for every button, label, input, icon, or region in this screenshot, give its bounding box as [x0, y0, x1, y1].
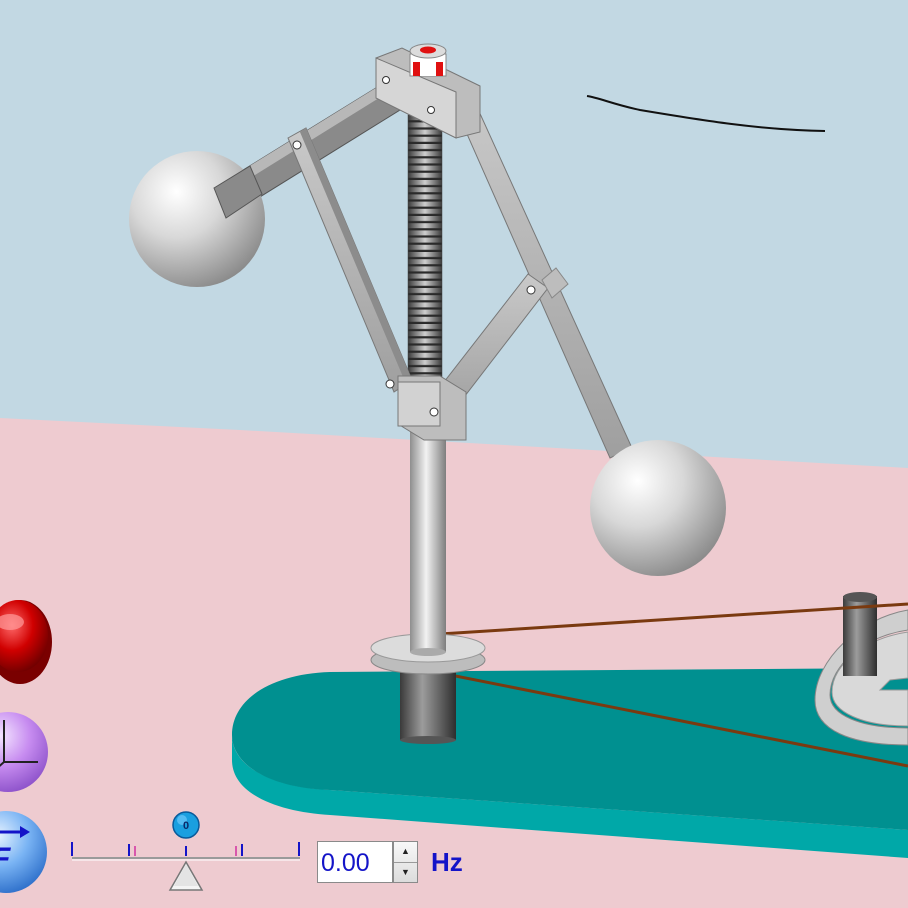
spinner-up-button[interactable]: ▲ — [394, 842, 417, 862]
slider-thumb[interactable] — [168, 860, 204, 891]
frequency-slider[interactable]: 0 — [60, 808, 310, 898]
right-flyball — [590, 440, 726, 576]
spinner-down-button[interactable]: ▼ — [394, 861, 417, 883]
shaft-bearing — [400, 664, 456, 740]
governor-scene: F — [0, 0, 908, 908]
lower-collar — [397, 375, 467, 441]
top-nut — [409, 43, 447, 77]
slider-value-label: 0 — [183, 820, 189, 832]
slider-ticks — [71, 842, 300, 856]
force-label: F — [0, 842, 11, 875]
slider-value-badge: 0 — [172, 811, 200, 839]
frequency-spinner[interactable]: ▲ ▼ — [393, 841, 418, 883]
frequency-unit: Hz — [431, 847, 463, 877]
frequency-input[interactable] — [317, 841, 393, 883]
screw-thread — [407, 114, 443, 386]
simulation-stage: F 0 ▲ ▼ Hz — [0, 0, 908, 908]
